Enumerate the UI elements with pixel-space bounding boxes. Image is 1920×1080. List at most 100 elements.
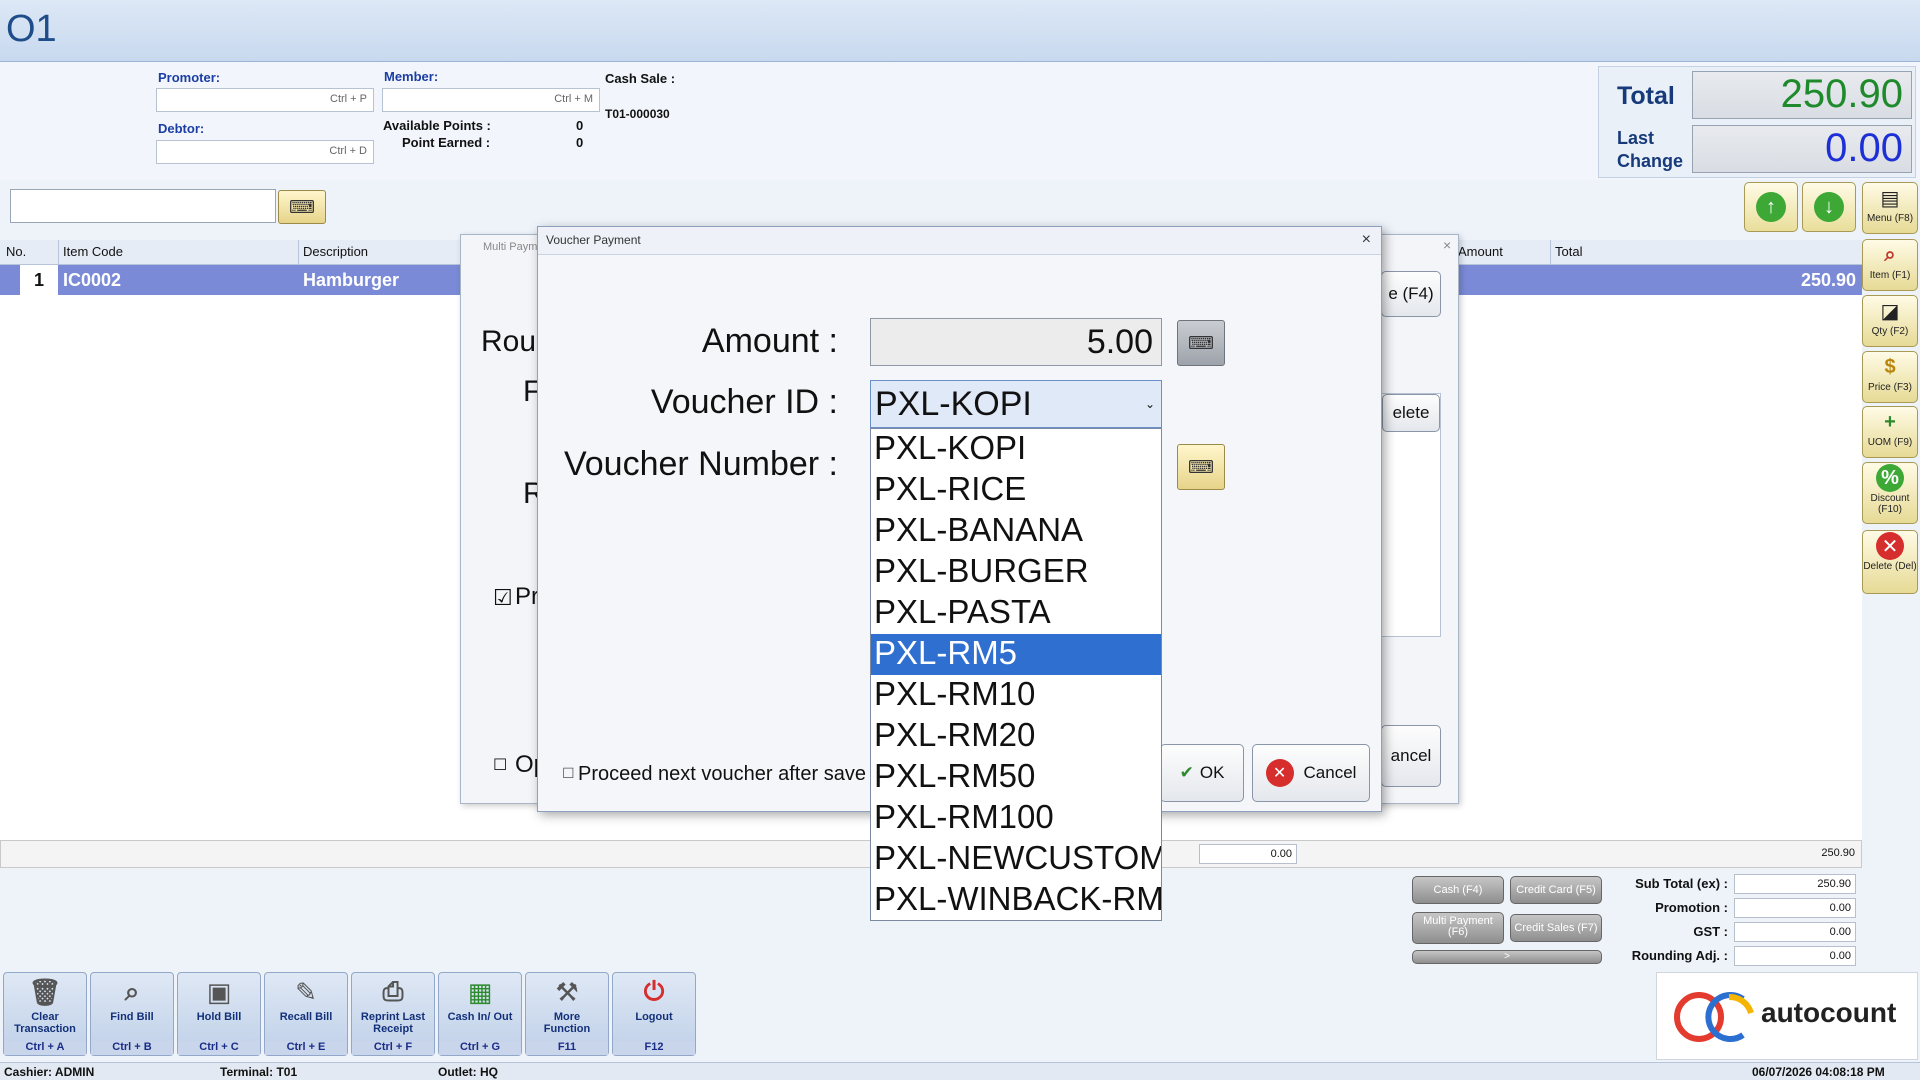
cash-in-out-button[interactable]: ▦ Cash In/ Out Ctrl + G	[438, 972, 522, 1056]
proceed-label: Proceed next voucher after save	[578, 763, 866, 785]
member-input[interactable]: Ctrl + M	[382, 88, 600, 112]
keyboard-icon: ⌨	[1188, 456, 1214, 477]
voucher-option[interactable]: PXL-RM50	[871, 757, 1161, 798]
voucher-id-select[interactable]: PXL-KOPI ⌄	[870, 380, 1162, 428]
voucher-option[interactable]: PXL-RICE	[871, 470, 1161, 511]
promoter-label: Promoter:	[158, 70, 221, 85]
menu-icon: ▤	[1880, 187, 1900, 210]
col-total: Total	[1555, 244, 1583, 259]
cash-icon: ▦	[467, 976, 493, 1007]
voucher-number-keyboard-button[interactable]: ⌨	[1177, 444, 1225, 490]
voucher-id-label: Voucher ID :	[650, 383, 838, 421]
ok-button[interactable]: ✔ OK	[1160, 744, 1244, 802]
clear-transaction-button[interactable]: 🗑 Clear Transaction Ctrl + A	[3, 972, 87, 1056]
menu-button[interactable]: ▤ Menu (F8)	[1862, 182, 1918, 234]
amount-keyboard-button[interactable]: ⌨	[1177, 320, 1225, 366]
point-earned-label: Point Earned :	[402, 135, 491, 150]
discount-button[interactable]: % Discount (F10)	[1862, 462, 1918, 524]
col-no: No.	[6, 244, 27, 259]
logo-text: autocount	[1761, 997, 1897, 1028]
debtor-label: Debtor:	[158, 121, 205, 136]
row-item-code: IC0002	[63, 270, 122, 290]
uom-icon: +	[1884, 410, 1896, 433]
hold-bill-button[interactable]: ▣ Hold Bill Ctrl + C	[177, 972, 261, 1056]
voucher-option[interactable]: PXL-BURGER	[871, 552, 1161, 593]
rounding-label: Rounding Adj. :	[1631, 948, 1728, 963]
strip-total-value: 250.90	[1821, 847, 1855, 859]
cash-button[interactable]: Cash (F4)	[1412, 876, 1504, 904]
debtor-input[interactable]: Ctrl + D	[156, 140, 374, 164]
check-icon: ✔	[1179, 763, 1194, 782]
keyboard-icon: ⌨	[1188, 332, 1214, 353]
uom-button[interactable]: + UOM (F9)	[1862, 406, 1918, 458]
last-change-label-1: Last	[1617, 128, 1655, 148]
cashier-status: Cashier: ADMIN	[4, 1065, 95, 1079]
multipay-print-checkbox[interactable]: ☑	[493, 585, 513, 611]
scroll-down-button[interactable]: ↓	[1802, 182, 1856, 232]
promotion-label: Promotion :	[1655, 900, 1728, 915]
more-payment-button[interactable]: >	[1412, 950, 1602, 964]
row-no: 1	[20, 265, 58, 295]
multipay-delete-button[interactable]: elete	[1382, 394, 1440, 432]
scroll-up-button[interactable]: ↑	[1744, 182, 1798, 232]
voucher-option[interactable]: PXL-RM20	[871, 716, 1161, 757]
voucher-option[interactable]: PXL-NEWCUSTOME	[871, 839, 1161, 880]
point-earned-value: 0	[576, 135, 584, 150]
cash-sale-number: T01-000030	[605, 107, 670, 121]
col-amount: Amount	[1458, 244, 1503, 259]
arrow-up-icon: ↑	[1756, 192, 1786, 222]
last-change-value: 0.00	[1692, 125, 1912, 173]
promoter-input[interactable]: Ctrl + P	[156, 88, 374, 112]
voucher-close-icon[interactable]: ×	[1362, 231, 1371, 249]
qty-icon: ◪	[1880, 300, 1900, 323]
sub-total-value: 250.90	[1734, 874, 1856, 894]
price-button[interactable]: $ Price (F3)	[1862, 351, 1918, 403]
row-description: Hamburger	[303, 270, 400, 290]
delete-icon: ✕	[1863, 531, 1917, 561]
voucher-option[interactable]: PXL-PASTA	[871, 593, 1161, 634]
delete-button[interactable]: ✕ Delete (Del)	[1862, 530, 1918, 594]
multipay-f4-button[interactable]: e (F4)	[1381, 271, 1441, 317]
cancel-button[interactable]: ✕ Cancel	[1252, 744, 1370, 802]
recall-icon: ✎	[295, 976, 317, 1007]
window-title: O1	[6, 8, 57, 50]
total-value: 250.90	[1692, 71, 1912, 119]
find-bill-button[interactable]: ⌕ Find Bill Ctrl + B	[90, 972, 174, 1056]
member-label: Member:	[384, 69, 439, 84]
multipay-option-checkbox[interactable]: ☐	[493, 755, 507, 775]
save-icon: ▣	[206, 976, 232, 1007]
promotion-value: 0.00	[1734, 898, 1856, 918]
multipay-cancel-button[interactable]: ancel	[1381, 725, 1441, 787]
voucher-title: Voucher Payment	[538, 227, 1381, 255]
multipay-list: elete	[1381, 393, 1441, 637]
amount-input[interactable]: 5.00	[870, 318, 1162, 366]
item-search-input[interactable]	[10, 189, 276, 223]
strip-mid-value: 0.00	[1199, 844, 1297, 864]
recall-bill-button[interactable]: ✎ Recall Bill Ctrl + E	[264, 972, 348, 1056]
multi-payment-button[interactable]: Multi Payment (F6)	[1412, 912, 1504, 944]
voucher-option[interactable]: PXL-RM100	[871, 798, 1161, 839]
search-keyboard-button[interactable]: ⌨	[278, 190, 326, 224]
cash-sale-label: Cash Sale :	[605, 71, 676, 86]
voucher-id-dropdown-list: PXL-KOPI PXL-RICE PXL-BANANA PXL-BURGER …	[870, 428, 1162, 921]
price-tag-icon: $	[1884, 355, 1896, 378]
reprint-receipt-button[interactable]: ⎙ Reprint Last Receipt Ctrl + F	[351, 972, 435, 1056]
zoom-icon: ⌕	[1884, 243, 1896, 266]
qty-button[interactable]: ◪ Qty (F2)	[1862, 295, 1918, 347]
find-icon: ⌕	[124, 976, 140, 1006]
more-function-button[interactable]: ⚒ More Function F11	[525, 972, 609, 1056]
voucher-option[interactable]: PXL-WINBACK-RM3	[871, 880, 1161, 921]
multipay-close-icon[interactable]: ×	[1443, 237, 1451, 253]
sub-total-label: Sub Total (ex) :	[1635, 876, 1728, 891]
proceed-checkbox[interactable]: ☐	[562, 765, 575, 782]
voucher-option-selected[interactable]: PXL-RM5	[871, 634, 1161, 675]
voucher-number-label: Voucher Number :	[563, 445, 838, 483]
keyboard-icon: ⌨	[289, 196, 315, 217]
voucher-option[interactable]: PXL-KOPI	[871, 429, 1161, 470]
voucher-option[interactable]: PXL-BANANA	[871, 511, 1161, 552]
voucher-option[interactable]: PXL-RM10	[871, 675, 1161, 716]
datetime-status: 06/07/2026 04:08:18 PM	[1752, 1065, 1885, 1079]
item-button[interactable]: ⌕ Item (F1)	[1862, 239, 1918, 291]
cancel-icon: ✕	[1265, 759, 1294, 787]
logout-button[interactable]: ⏻ Logout F12	[612, 972, 696, 1056]
